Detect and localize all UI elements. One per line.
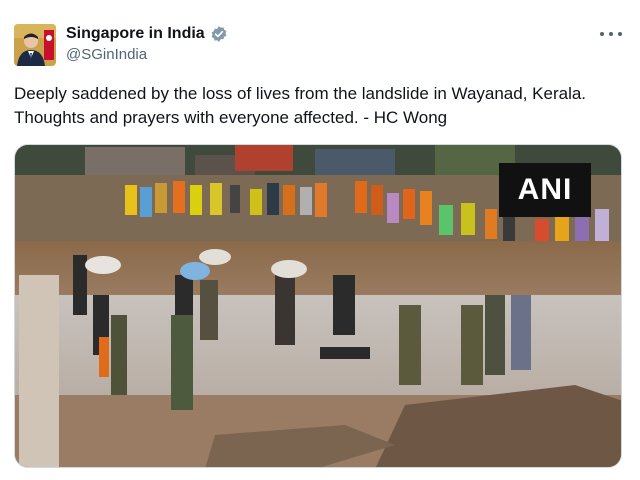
avatar-image: [14, 24, 56, 66]
display-name[interactable]: Singapore in India: [66, 25, 205, 43]
tweet-video[interactable]: ANI: [14, 144, 622, 468]
more-dot: [609, 32, 613, 36]
more-options-icon[interactable]: [600, 26, 622, 42]
more-dot: [618, 32, 622, 36]
account-handle[interactable]: @SGinIndia: [66, 46, 147, 63]
verified-badge-icon: [210, 25, 228, 43]
more-dot: [600, 32, 604, 36]
tweet-text: Deeply saddened by the loss of lives fro…: [14, 84, 587, 127]
name-row: Singapore in India: [66, 24, 228, 44]
avatar[interactable]: [14, 24, 56, 66]
tweet-card: Singapore in India @SGinIndia Deeply sad…: [0, 0, 640, 480]
ani-watermark: ANI: [499, 163, 591, 217]
